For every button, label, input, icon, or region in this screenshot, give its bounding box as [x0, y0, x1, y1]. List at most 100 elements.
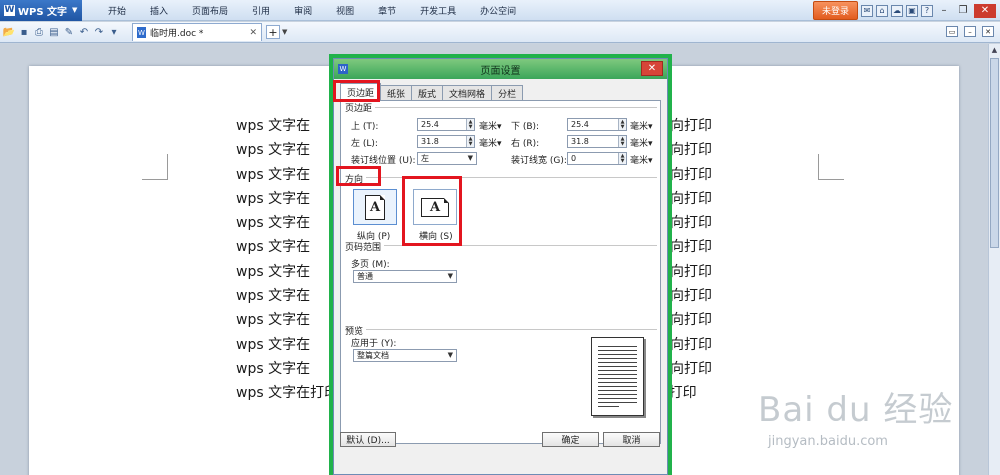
tab-columns[interactable]: 分栏 [491, 85, 524, 100]
open-icon[interactable]: 📂 [2, 25, 16, 39]
tab-margins[interactable]: 页边距 [340, 83, 382, 100]
undo-icon[interactable]: ↶ [77, 25, 91, 39]
close-icon[interactable]: ✕ [974, 3, 996, 18]
spin-arrows-icon[interactable]: ▲ ▼ [466, 119, 474, 130]
baidu-watermark-url: jingyan.baidu.com [768, 434, 888, 449]
scroll-up-icon[interactable]: ▲ [989, 44, 1000, 56]
menu-item-references[interactable]: 引用 [240, 4, 282, 17]
spin-arrows-icon[interactable]: ▲ ▼ [466, 136, 474, 147]
menu-item-insert[interactable]: 插入 [138, 4, 180, 17]
close-doc-icon[interactable]: ✕ [982, 26, 994, 37]
portrait-button[interactable]: A [353, 189, 397, 225]
document-tab[interactable]: W 临时用.doc * ✕ [132, 23, 262, 41]
dialog-title: 页面设置 [480, 65, 521, 77]
tab-document-grid[interactable]: 文档网格 [442, 85, 493, 100]
menu-item-developer[interactable]: 开发工具 [408, 4, 468, 17]
margins-section-label: 页边距 [345, 101, 376, 114]
dialog-title-bar[interactable]: W 页面设置 ✕ [334, 59, 667, 79]
close-tab-icon[interactable]: ✕ [249, 28, 257, 38]
gutter-position-select[interactable]: 左 ▼ [417, 152, 477, 165]
scroll-thumb[interactable] [990, 58, 999, 248]
dialog-tabs: 页边距 纸张 版式 文档网格 分栏 [340, 83, 524, 100]
cloud-icon[interactable]: ☁ [891, 4, 903, 17]
ok-button[interactable]: 确定 [542, 432, 599, 447]
menu-bar: W WPS 文字 ▼ 开始 插入 页面布局 引用 审阅 视图 章节 开发工具 办… [0, 0, 1000, 21]
portrait-page-icon: A [365, 194, 385, 220]
bottom-margin-input[interactable]: 25.4 ▲ ▼ [567, 118, 627, 131]
minimize-icon[interactable]: – [936, 4, 952, 18]
section-divider [345, 245, 657, 246]
right-margin-input[interactable]: 31.8 ▲ ▼ [567, 135, 627, 148]
landscape-page-icon: A [421, 197, 449, 217]
help-icon[interactable]: ? [921, 4, 933, 17]
bottom-margin-unit[interactable]: 毫米▾ [630, 119, 653, 132]
book-icon[interactable]: ▣ [906, 4, 918, 17]
app-menu-button[interactable]: W WPS 文字 ▼ [0, 0, 82, 21]
landscape-label: 横向 (S) [419, 232, 453, 242]
menu-item-office-space[interactable]: 办公空间 [468, 4, 528, 17]
baidu-watermark: Bai du 经验 [758, 390, 954, 430]
mail-icon[interactable]: ✉ [861, 4, 873, 17]
menu-item-view[interactable]: 视图 [324, 4, 366, 17]
format-painter-icon[interactable]: ✎ [62, 25, 76, 39]
right-margin-label: 右 (R): [511, 139, 540, 149]
shirt-icon[interactable]: ⌂ [876, 4, 888, 17]
print-preview-icon[interactable]: ▤ [47, 25, 61, 39]
customize-icon[interactable]: ▾ [107, 25, 121, 39]
preview-page-thumbnail [591, 337, 644, 416]
spin-arrows-icon[interactable]: ▲ ▼ [618, 136, 626, 147]
redo-icon[interactable]: ↷ [92, 25, 106, 39]
menu-items: 开始 插入 页面布局 引用 审阅 视图 章节 开发工具 办公空间 [96, 4, 528, 17]
layout-icon[interactable]: ▭ [946, 26, 958, 37]
tab-paper[interactable]: 纸张 [380, 85, 413, 100]
right-margin-unit[interactable]: 毫米▾ [630, 136, 653, 149]
chevron-down-icon: ▼ [447, 272, 453, 280]
tab-list-icon[interactable]: ▼ [282, 28, 287, 36]
section-divider [345, 177, 657, 178]
multiple-pages-select[interactable]: 普通 ▼ [353, 270, 457, 283]
chevron-down-icon: ▼ [447, 351, 453, 359]
chevron-down-icon: ▼ [72, 6, 78, 14]
app-name: WPS 文字 [18, 6, 68, 18]
menu-right: 未登录 ✉ ⌂ ☁ ▣ ? – ❐ ✕ [812, 0, 1000, 21]
login-button[interactable]: 未登录 [812, 1, 858, 20]
new-tab-button[interactable]: + [266, 25, 280, 39]
left-margin-input[interactable]: 31.8 ▲ ▼ [417, 135, 475, 148]
apply-to-label: 应用于 (Y): [351, 339, 397, 349]
spin-arrows-icon[interactable]: ▲ ▼ [618, 119, 626, 130]
dialog-body: 页边距 纸张 版式 文档网格 分栏 页边距 上 (T): 25.4 ▲ ▼ 毫米▾… [334, 79, 667, 474]
gutter-width-input[interactable]: 0 ▲ ▼ [567, 152, 627, 165]
print-icon[interactable]: ⎙ [32, 25, 46, 39]
tab-layout[interactable]: 版式 [411, 85, 444, 100]
menu-item-review[interactable]: 审阅 [282, 4, 324, 17]
save-icon[interactable]: ▪ [17, 25, 31, 39]
left-margin-unit[interactable]: 毫米▾ [479, 136, 502, 149]
top-margin-input[interactable]: 25.4 ▲ ▼ [417, 118, 475, 131]
minimize-doc-icon[interactable]: – [964, 26, 976, 37]
cancel-button[interactable]: 取消 [603, 432, 660, 447]
menu-item-page-layout[interactable]: 页面布局 [180, 4, 240, 17]
wps-logo-icon: W [4, 4, 15, 16]
page-range-section-label: 页码范围 [345, 240, 385, 253]
menu-item-chapter[interactable]: 章节 [366, 4, 408, 17]
chevron-down-icon: ▼ [467, 154, 473, 162]
multiple-pages-label: 多页 (M): [351, 260, 390, 270]
gutter-position-label: 装订线位置 (U): [351, 156, 416, 166]
gutter-width-label: 装订线宽 (G): [511, 156, 567, 166]
margin-corner-top-right [818, 154, 844, 180]
document-icon: W [137, 27, 146, 38]
top-margin-label: 上 (T): [351, 122, 379, 132]
menu-item-home[interactable]: 开始 [96, 4, 138, 17]
dialog-close-icon[interactable]: ✕ [641, 61, 663, 76]
section-divider [345, 107, 657, 108]
spin-arrows-icon[interactable]: ▲ ▼ [618, 153, 626, 164]
apply-to-select[interactable]: 整篇文档 ▼ [353, 349, 457, 362]
restore-icon[interactable]: ❐ [955, 4, 971, 18]
window-layout-controls: ▭ – ✕ [946, 26, 994, 37]
default-button[interactable]: 默认 (D)... [340, 432, 396, 447]
left-margin-label: 左 (L): [351, 139, 378, 149]
gutter-width-unit[interactable]: 毫米▾ [630, 153, 653, 166]
vertical-scrollbar[interactable]: ▲ [988, 44, 1000, 475]
landscape-button[interactable]: A [413, 189, 457, 225]
top-margin-unit[interactable]: 毫米▾ [479, 119, 502, 132]
